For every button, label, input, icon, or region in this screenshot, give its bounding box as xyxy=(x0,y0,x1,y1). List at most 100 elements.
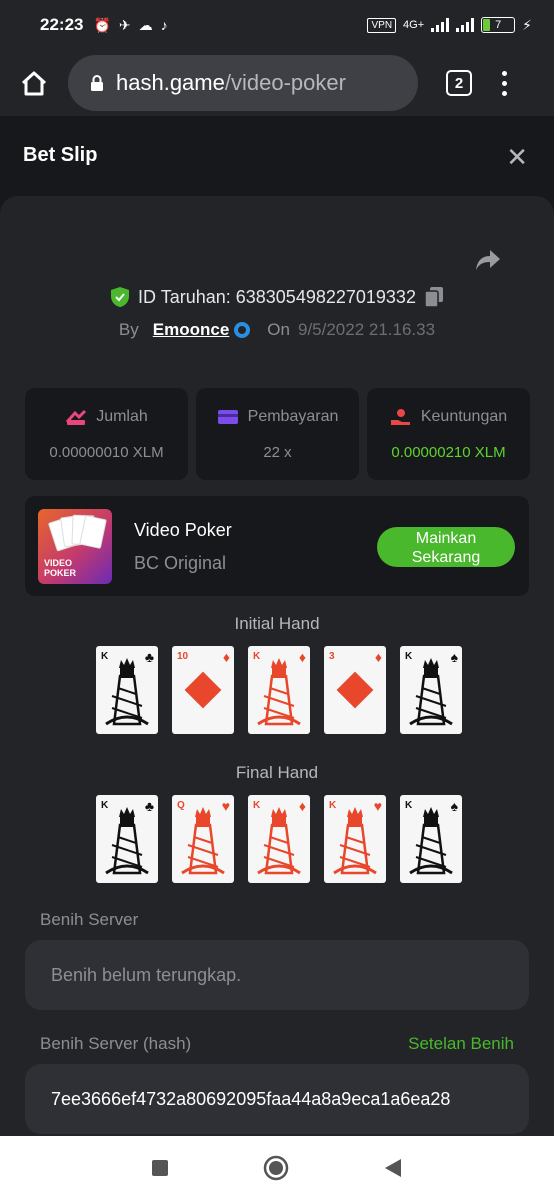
menu-dot xyxy=(502,80,507,86)
stat-value: 0.00000010 XLM xyxy=(49,443,164,461)
back-icon[interactable] xyxy=(383,1158,403,1178)
profit-hand-icon xyxy=(390,408,410,425)
bet-byline: By Emoonce On 9/5/2022 21.16.33 xyxy=(0,320,554,340)
stat-value: 22 x xyxy=(263,443,292,461)
username-link[interactable]: Emoonce xyxy=(153,320,230,340)
initial-hand-title: Initial Hand xyxy=(234,614,320,633)
user-link-wrap[interactable]: Emoonce xyxy=(153,320,252,340)
recent-apps-icon[interactable] xyxy=(151,1159,169,1177)
card-rank: K xyxy=(101,800,109,811)
signal-icon xyxy=(431,18,450,32)
video-poker-thumbnail[interactable]: VIDEO POKER xyxy=(38,509,112,584)
share-icon xyxy=(476,250,500,270)
card-suit: ♠ xyxy=(450,798,458,814)
browser-toolbar: hash.game/video-poker 2 xyxy=(0,50,554,116)
card-suit: ♦ xyxy=(298,798,306,814)
home-nav-icon[interactable] xyxy=(263,1155,289,1181)
tiktok-icon: ♪ xyxy=(160,17,168,33)
status-bar: 22:23 ⏰ ✈ ☁ ♪ VPN 4G+ 7 ⚡ xyxy=(0,0,554,50)
playing-card: 3 ♦ xyxy=(324,646,386,734)
card-suit: ♣ xyxy=(144,798,154,814)
tab-switcher-button[interactable]: 2 xyxy=(446,70,472,96)
network-type: 4G+ xyxy=(403,19,425,31)
playing-card: 10 ♦ xyxy=(172,646,234,734)
home-button[interactable] xyxy=(0,50,68,116)
alarm-icon: ⏰ xyxy=(93,16,111,33)
card-suit: ♣ xyxy=(144,649,154,665)
final-hand: K ♣ Q ♥ K ♦ K ♥ K ♠ xyxy=(96,795,462,883)
card-rank: K xyxy=(405,800,413,811)
charging-icon: ⚡ xyxy=(522,16,532,33)
seed-settings-link[interactable]: Setelan Benih xyxy=(408,1034,514,1054)
amount-icon xyxy=(66,409,87,425)
on-label: On xyxy=(267,320,290,339)
card-rank: 10 xyxy=(177,651,189,662)
bet-id: ID Taruhan: 638305498227019332 xyxy=(138,286,416,307)
playing-card: K ♥ xyxy=(324,795,386,883)
system-icons: VPN 4G+ 7 ⚡ xyxy=(367,17,532,34)
stat-payout: Pembayaran 22 x xyxy=(196,388,359,480)
card-suit: ♦ xyxy=(222,649,230,665)
stat-label: Pembayaran xyxy=(247,407,339,425)
lock-icon xyxy=(91,75,103,91)
verified-shield-icon xyxy=(111,287,130,307)
card-rank: Q xyxy=(177,800,185,811)
bet-date: 9/5/2022 21.16.33 xyxy=(297,320,436,339)
bet-stats: Jumlah 0.00000010 XLM Pembayaran 22 x Ke… xyxy=(25,388,530,480)
stat-amount: Jumlah 0.00000010 XLM xyxy=(25,388,188,480)
play-now-button[interactable]: Mainkan Sekarang xyxy=(377,527,515,567)
payout-card-icon xyxy=(217,409,238,424)
close-button[interactable]: ✕ xyxy=(506,142,528,173)
browser-menu-button[interactable] xyxy=(502,70,507,96)
card-rank: K xyxy=(253,800,261,811)
final-hand-title: Final Hand xyxy=(235,763,319,782)
thumb-text: POKER xyxy=(44,568,77,578)
copy-icon[interactable] xyxy=(424,286,444,308)
user-badge-icon xyxy=(234,322,251,338)
playing-card: K ♦ xyxy=(248,795,310,883)
stat-profit: Keuntungan 0.00000210 XLM xyxy=(367,388,530,480)
stat-label: Jumlah xyxy=(96,407,148,425)
notification-icons: ⏰ ✈ ☁ ♪ xyxy=(93,17,167,34)
playing-card: Q ♥ xyxy=(172,795,234,883)
play-label-2: Sekarang xyxy=(411,549,481,566)
address-bar[interactable]: hash.game/video-poker xyxy=(68,55,418,111)
card-rank: K xyxy=(329,800,337,811)
share-button[interactable] xyxy=(474,248,502,277)
playing-card: K ♠ xyxy=(400,795,462,883)
card-rank: K xyxy=(405,651,413,662)
menu-dot xyxy=(502,90,507,96)
game-panel: VIDEO POKER Video Poker BC Original Maink… xyxy=(25,496,529,596)
playing-card: K ♦ xyxy=(248,646,310,734)
card-rank: 3 xyxy=(329,651,335,662)
clock: 22:23 xyxy=(40,15,84,34)
card-suit: ♥ xyxy=(373,798,382,814)
url-host: hash.game xyxy=(116,70,225,95)
home-icon xyxy=(21,71,47,96)
menu-dot xyxy=(502,70,507,76)
initial-hand: K ♣ 10 ♦ K ♦ 3 ♦ K ♠ xyxy=(96,646,462,734)
playing-card: K ♠ xyxy=(400,646,462,734)
stat-label: Keuntungan xyxy=(420,407,508,425)
battery-icon: 7 xyxy=(481,17,516,33)
card-rank: K xyxy=(253,651,261,662)
server-seed-hash-label: Benih Server (hash) xyxy=(40,1034,192,1053)
play-label-1: Mainkan xyxy=(415,530,477,547)
playing-card: K ♣ xyxy=(96,646,158,734)
card-suit: ♠ xyxy=(450,649,458,665)
vpn-badge: VPN xyxy=(367,17,397,33)
game-name: Video Poker xyxy=(134,520,232,540)
server-seed-hash-field[interactable]: 7ee3666ef4732a80692095faa44a8a9eca1a6ea2… xyxy=(25,1064,529,1134)
card-suit: ♦ xyxy=(374,649,382,665)
server-seed-field: Benih belum terungkap. xyxy=(25,940,529,1010)
page-title: Bet Slip xyxy=(23,144,98,166)
bet-slip-card: ID Taruhan: 638305498227019332 By Emoonc… xyxy=(0,196,554,1136)
card-suit: ♥ xyxy=(221,798,230,814)
card-suit: ♦ xyxy=(298,649,306,665)
server-seed-label: Benih Server xyxy=(40,910,139,929)
bet-slip-header: Bet Slip ✕ xyxy=(0,116,554,196)
thumb-text: VIDEO xyxy=(44,558,73,568)
card-rank: K xyxy=(101,651,109,662)
bet-id-row: ID Taruhan: 638305498227019332 xyxy=(0,286,554,308)
playing-card: K ♣ xyxy=(96,795,158,883)
